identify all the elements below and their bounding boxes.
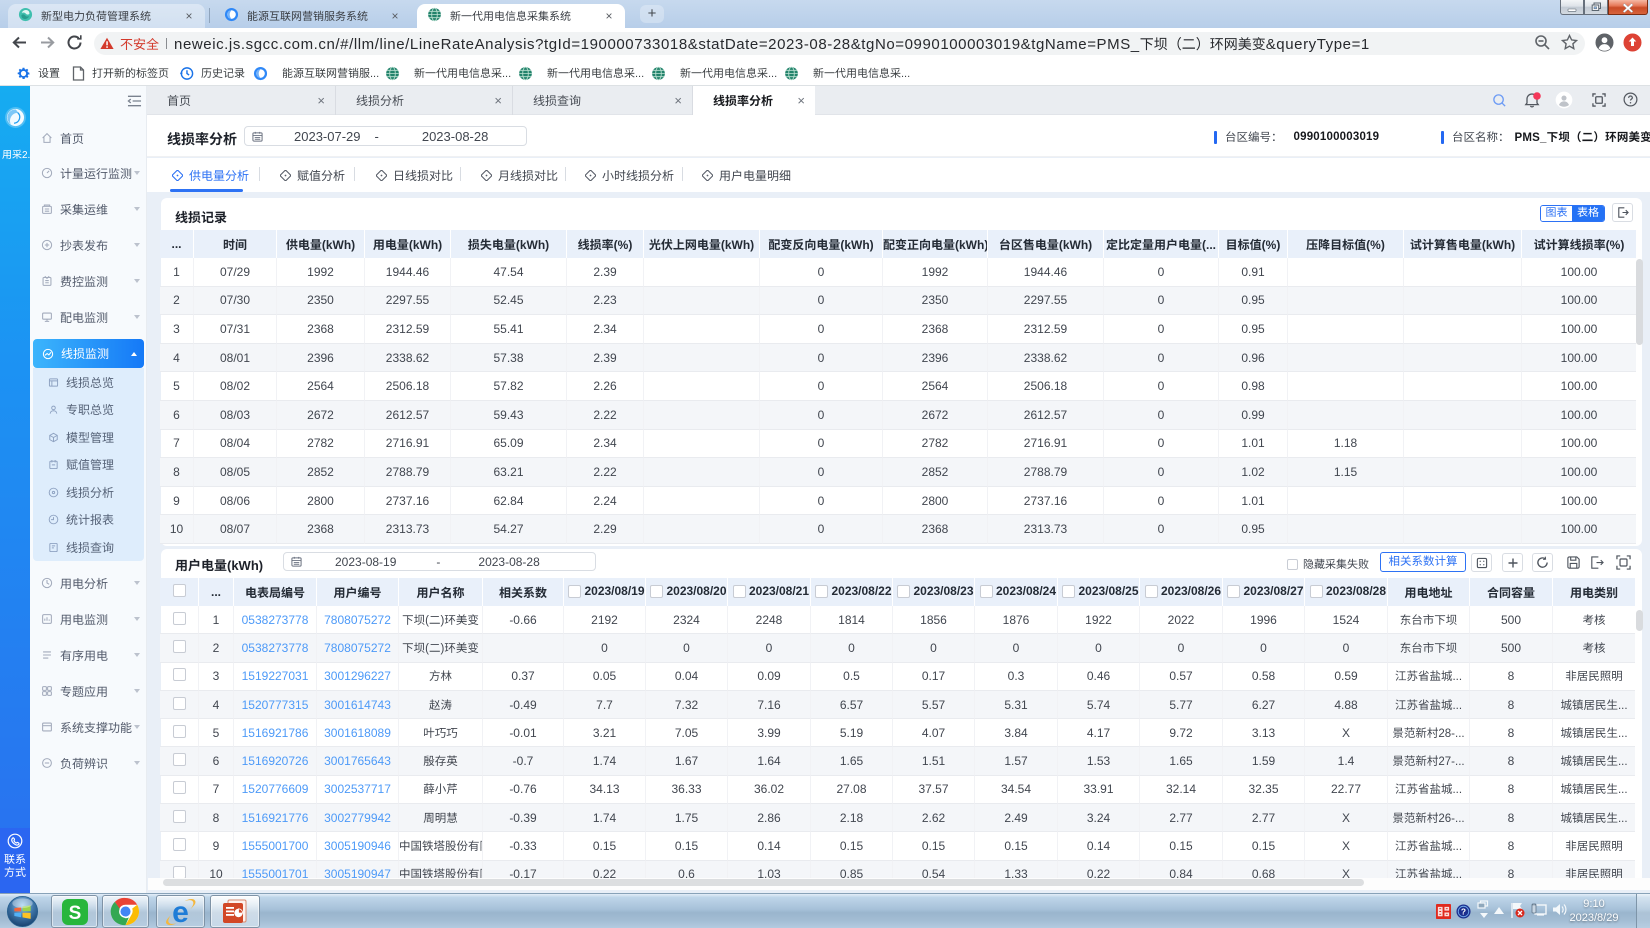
svg-text:e: e [172,896,189,927]
svg-text:S: S [68,903,81,924]
svg-text:?: ? [1461,907,1466,917]
